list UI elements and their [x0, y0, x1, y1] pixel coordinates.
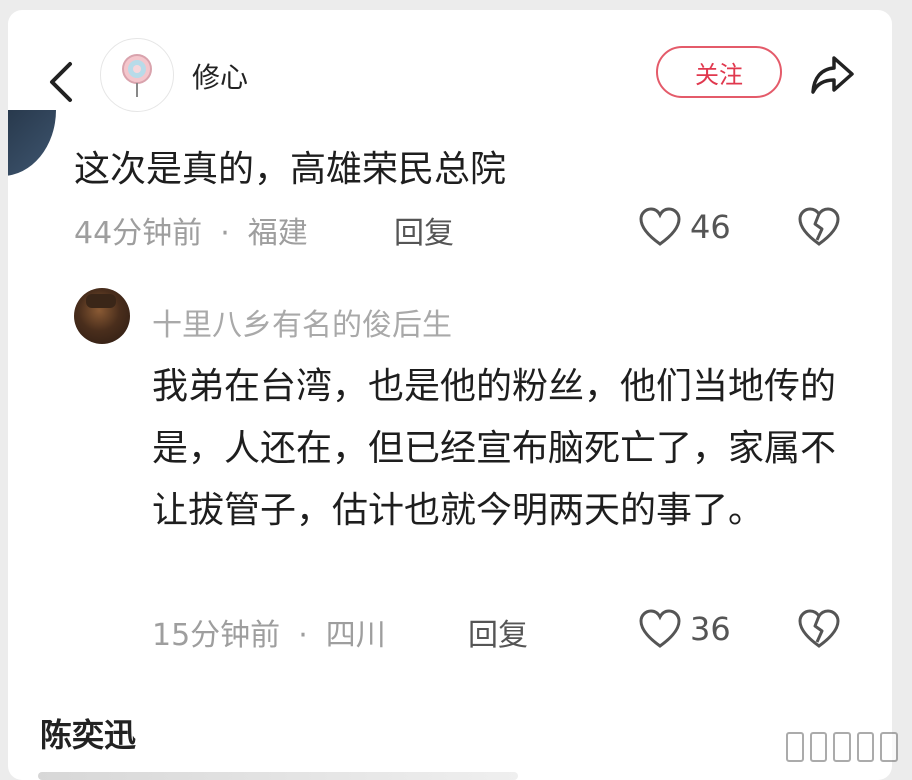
comment-like-button[interactable]: 46: [638, 206, 731, 248]
watermark-bar: [880, 732, 898, 762]
reply-reply-button[interactable]: 回复: [468, 610, 528, 654]
watermark-bar: [833, 732, 851, 762]
watermark-bar: [786, 732, 804, 762]
reply-time: 15分钟前: [152, 618, 281, 653]
back-arrow-icon: [50, 62, 72, 102]
broken-heart-icon: [798, 609, 840, 648]
reply-text: 我弟在台湾，也是他的粉丝，他们当地传的是，人还在，但已经宣布脑死亡了，家属不让拔…: [152, 366, 837, 531]
follow-button[interactable]: 关注: [656, 46, 782, 98]
comment-dislike-button[interactable]: [796, 204, 842, 250]
reply-like-button[interactable]: 36: [638, 608, 731, 650]
reply-username[interactable]: 十里八乡有名的俊后生: [152, 300, 452, 344]
lollipop-icon: [122, 54, 152, 97]
comment-location: 福建: [247, 216, 308, 251]
next-comment-text-partial: [38, 772, 518, 780]
reply-location: 四川: [325, 618, 386, 653]
next-comment-username[interactable]: 陈奕迅: [40, 710, 136, 756]
meta-separator: ·: [298, 618, 308, 653]
heart-icon: [639, 207, 681, 246]
comment-text: 这次是真的，高雄荣民总院: [74, 149, 507, 190]
like-count: 36: [690, 610, 731, 648]
reply-avatar[interactable]: [74, 288, 130, 344]
comment-time: 44分钟前: [74, 216, 203, 251]
meta-separator: ·: [220, 216, 230, 251]
watermark-logo: [786, 732, 898, 762]
commenter-avatar[interactable]: [8, 110, 56, 176]
author-name[interactable]: 修心: [192, 56, 248, 96]
share-button[interactable]: [808, 50, 856, 98]
comment-meta: 44分钟前 · 福建: [74, 208, 308, 252]
comment-screen: 修心 关注 这次是真的，高雄荣民总院 44分钟前 · 福建 回复 46 十里八乡有名…: [8, 10, 892, 780]
comment-reply-button[interactable]: 回复: [394, 208, 454, 252]
broken-heart-icon: [798, 207, 840, 246]
watermark-bar: [856, 732, 875, 762]
back-button[interactable]: [42, 58, 82, 106]
heart-icon: [639, 609, 681, 648]
reply-meta: 15分钟前 · 四川: [152, 610, 386, 654]
share-arrow-icon: [811, 56, 854, 94]
watermark-bar: [809, 732, 828, 762]
like-count: 46: [690, 208, 731, 246]
author-avatar[interactable]: [100, 38, 174, 112]
reply-dislike-button[interactable]: [796, 606, 842, 652]
